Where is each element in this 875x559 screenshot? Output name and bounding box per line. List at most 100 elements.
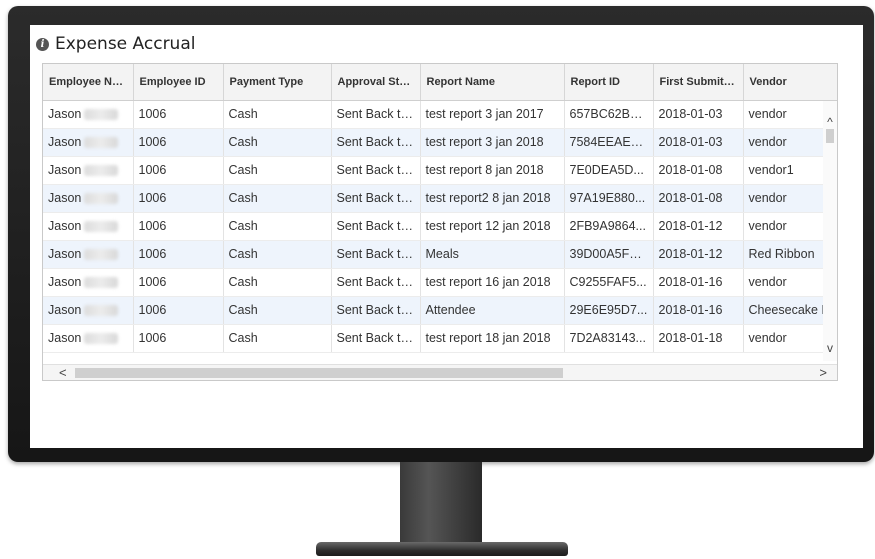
column-header[interactable]: Report ID xyxy=(564,64,654,101)
scroll-down-icon[interactable]: v xyxy=(823,341,837,355)
table-row[interactable]: Jason 1006 Cash Sent Back to... test report … xyxy=(43,128,837,157)
cell-text: 2018-01-03 xyxy=(658,135,723,149)
column-header[interactable]: First Submit D... xyxy=(653,64,744,101)
cell-text: Jason xyxy=(48,107,82,121)
column-header[interactable]: Vendor xyxy=(743,64,837,101)
cell-text: 1006 xyxy=(138,191,167,205)
table-cell: Cash xyxy=(223,128,332,157)
cell-text: Cash xyxy=(228,303,258,317)
table-cell: 1006 xyxy=(133,268,224,297)
panel-title: Expense Accrual xyxy=(55,34,196,54)
cell-text: Jason xyxy=(48,275,82,289)
table-cell: Jason xyxy=(43,212,134,241)
cell-text: 2FB9A9864... xyxy=(569,219,646,233)
table-cell: Jason xyxy=(43,128,134,157)
cell-text: 1006 xyxy=(138,107,167,121)
column-header[interactable]: Employee Nam... xyxy=(43,64,134,101)
redacted-surname xyxy=(84,249,119,261)
column-header[interactable]: Payment Type xyxy=(223,64,332,101)
cell-text: 2018-01-16 xyxy=(658,275,723,289)
table-cell: 2FB9A9864... xyxy=(564,212,654,241)
table-cell: 1006 xyxy=(133,128,224,157)
table-cell: test report 3 jan 2018 xyxy=(420,128,565,157)
horizontal-scrollbar[interactable]: < > xyxy=(43,364,837,380)
scroll-right-icon[interactable]: > xyxy=(819,365,827,380)
table-row[interactable]: Jason 1006 Cash Sent Back to... test report … xyxy=(43,268,837,297)
table-cell: test report 18 jan 2018 xyxy=(420,324,565,353)
table-cell: Sent Back to... xyxy=(331,128,421,157)
table-cell: 2018-01-16 xyxy=(653,268,744,297)
table-cell: Cash xyxy=(223,324,332,353)
table-row[interactable]: Jason 1006 Cash Sent Back to... test report … xyxy=(43,212,837,241)
table-cell: test report 8 jan 2018 xyxy=(420,156,565,185)
table-cell: Sent Back to... xyxy=(331,324,421,353)
table-cell: 2018-01-12 xyxy=(653,212,744,241)
cell-text: test report2 8 jan 2018 xyxy=(425,191,551,205)
table-row[interactable]: Jason 1006 Cash Sent Back to... Meals 39D00A5… xyxy=(43,240,837,269)
redacted-surname xyxy=(84,305,119,317)
table-cell: 2018-01-12 xyxy=(653,240,744,269)
table-cell: 1006 xyxy=(133,156,224,185)
cell-text: 2018-01-18 xyxy=(658,331,723,345)
cell-text: vendor xyxy=(748,275,787,289)
redacted-surname xyxy=(84,221,119,233)
table-cell: 29E6E95D7... xyxy=(564,296,654,325)
table-row[interactable]: Jason 1006 Cash Sent Back to... test report … xyxy=(43,156,837,185)
cell-text: Cheesecake F xyxy=(748,303,830,317)
table-cell: Attendee xyxy=(420,296,565,325)
table-cell: 7584EEAED... xyxy=(564,128,654,157)
cell-text: Jason xyxy=(48,163,82,177)
table-cell: 7D2A83143... xyxy=(564,324,654,353)
monitor-stand-base xyxy=(316,542,568,556)
cell-text: 2018-01-08 xyxy=(658,163,723,177)
cell-text: 2018-01-12 xyxy=(658,219,723,233)
cell-text: Cash xyxy=(228,275,258,289)
table-cell: Jason xyxy=(43,240,134,269)
monitor-frame: i Expense Accrual Employee Nam... Employ… xyxy=(8,6,874,462)
horizontal-scroll-thumb[interactable] xyxy=(75,368,563,378)
cell-text: Jason xyxy=(48,135,82,149)
cell-text: Sent Back to... xyxy=(336,303,418,317)
cell-text: Sent Back to... xyxy=(336,135,418,149)
redacted-surname xyxy=(84,193,119,205)
table-cell: 1006 xyxy=(133,324,224,353)
column-header[interactable]: Report Name xyxy=(420,64,565,101)
cell-text: test report 3 jan 2017 xyxy=(425,107,544,121)
table-cell: 2018-01-08 xyxy=(653,156,744,185)
cell-text: 1006 xyxy=(138,275,167,289)
table-cell: Jason xyxy=(43,296,134,325)
table-row[interactable]: Jason 1006 Cash Sent Back to... test report … xyxy=(43,100,837,129)
cell-text: Cash xyxy=(228,219,258,233)
cell-text: vendor xyxy=(748,107,787,121)
scroll-up-icon[interactable]: ^ xyxy=(823,115,837,129)
cell-text: Sent Back to... xyxy=(336,191,418,205)
table-cell: 2018-01-18 xyxy=(653,324,744,353)
table-cell: Cash xyxy=(223,212,332,241)
table-cell: Sent Back to... xyxy=(331,212,421,241)
column-header[interactable]: Approval Stat... xyxy=(331,64,421,101)
table-cell: Sent Back to... xyxy=(331,296,421,325)
cell-text: 1006 xyxy=(138,163,167,177)
cell-text: vendor1 xyxy=(748,163,794,177)
cell-text: Cash xyxy=(228,135,258,149)
column-header[interactable]: Employee ID xyxy=(133,64,224,101)
vertical-scrollbar[interactable]: ^ v xyxy=(823,101,837,361)
cell-text: Jason xyxy=(48,247,82,261)
table-cell: Jason xyxy=(43,268,134,297)
cell-text: test report 16 jan 2018 xyxy=(425,275,551,289)
vertical-scroll-thumb[interactable] xyxy=(826,129,834,143)
table-row[interactable]: Jason 1006 Cash Sent Back to... Attendee 29E6… xyxy=(43,296,837,325)
table-row[interactable]: Jason 1006 Cash Sent Back to... test report … xyxy=(43,324,837,353)
cell-text: 2018-01-08 xyxy=(658,191,723,205)
table-cell: 2018-01-03 xyxy=(653,128,744,157)
expense-table: Employee Nam... Employee ID Payment Type… xyxy=(43,64,837,353)
table-cell: test report2 8 jan 2018 xyxy=(420,184,565,213)
cell-text: Cash xyxy=(228,107,258,121)
cell-text: Sent Back to... xyxy=(336,107,418,121)
scroll-left-icon[interactable]: < xyxy=(59,365,67,380)
cell-text: Cash xyxy=(228,191,258,205)
cell-text: vendor xyxy=(748,331,787,345)
table-row[interactable]: Jason 1006 Cash Sent Back to... test report2… xyxy=(43,184,837,213)
screen: i Expense Accrual Employee Nam... Employ… xyxy=(30,25,863,448)
info-icon[interactable]: i xyxy=(36,37,49,51)
